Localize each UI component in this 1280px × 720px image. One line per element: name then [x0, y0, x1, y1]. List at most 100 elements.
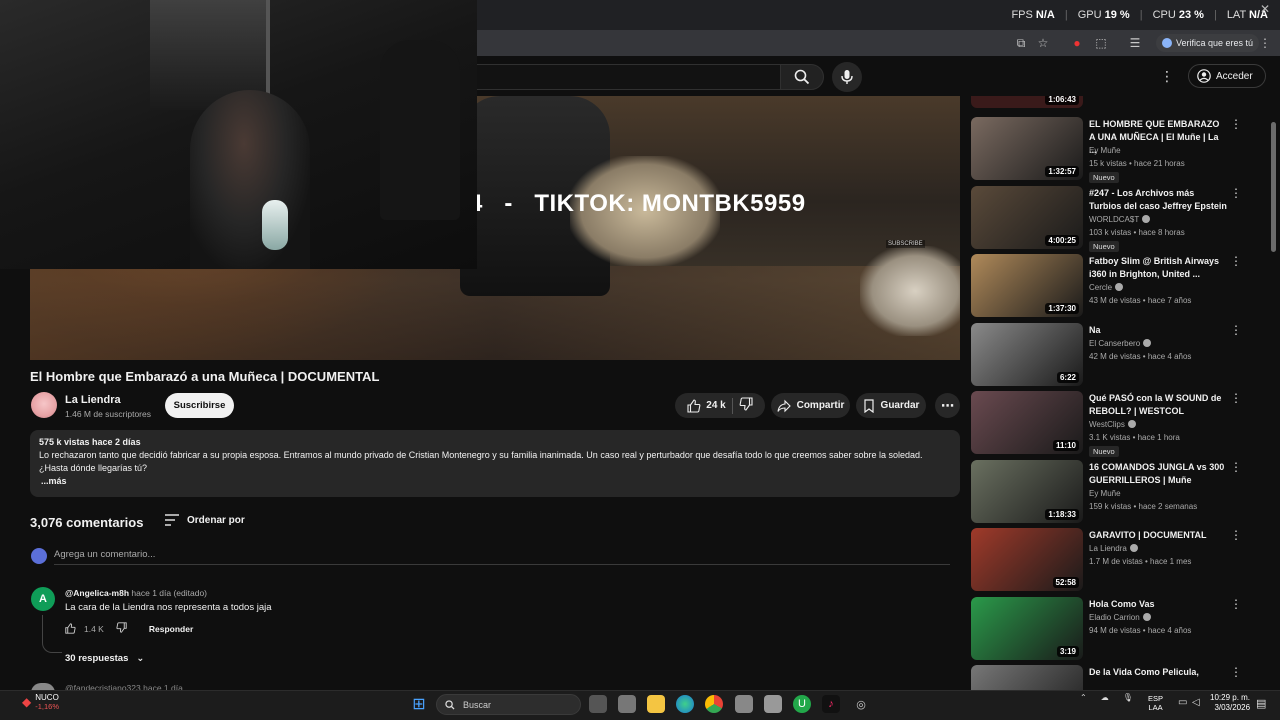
- view-replies-button[interactable]: 30 respuestas ⌄: [65, 653, 144, 664]
- commenter-handle[interactable]: @Angelica-m8h: [65, 588, 129, 598]
- recommendation-menu-icon[interactable]: ⋮: [1230, 117, 1242, 131]
- recommendation-title[interactable]: De la Vida Como Pelicula,: [1089, 666, 1227, 679]
- file-explorer-icon[interactable]: [647, 695, 665, 713]
- recommendation-item[interactable]: 4:00:25 #247 - Los Archivos más Turbios d…: [970, 185, 1270, 252]
- verified-icon: [1142, 612, 1151, 621]
- recommendation-item[interactable]: 6:22 Na El Canserbero 42 M de vistas • hace…: [970, 322, 1270, 389]
- recommendation-title[interactable]: Qué PASÓ con la W SOUND de REBOLL? | WES…: [1089, 392, 1227, 418]
- recommendation-menu-icon[interactable]: ⋮: [1230, 391, 1242, 405]
- recommendation-item[interactable]: De la Vida Como Pelicula, ⋮: [970, 665, 1270, 690]
- extension-red-icon[interactable]: ●: [1070, 36, 1084, 50]
- thumbs-up-icon: [687, 398, 701, 413]
- recommendation-channel[interactable]: La Liendra: [1089, 544, 1138, 553]
- comment-dislike-button[interactable]: [116, 622, 127, 635]
- verified-icon: [1142, 214, 1151, 223]
- show-more-link[interactable]: ...más: [41, 475, 951, 488]
- chevron-up-icon[interactable]: ⌃: [1080, 693, 1087, 702]
- dislike-button[interactable]: [739, 397, 753, 414]
- settings-kebab-icon[interactable]: ⋮: [1160, 68, 1174, 85]
- recommendation-channel[interactable]: Cercle: [1089, 283, 1124, 292]
- app-icon-gray[interactable]: [618, 695, 636, 713]
- description-box[interactable]: 575 k vistas hace 2 días Lo rechazaron t…: [30, 430, 960, 497]
- task-view-icon[interactable]: [589, 695, 607, 713]
- sign-in-button[interactable]: Acceder: [1188, 64, 1266, 88]
- recommendation-item[interactable]: 1:32:57 EL HOMBRE QUE EMBARAZO A UNA MUÑE…: [970, 117, 1270, 183]
- windows-start-icon[interactable]: ⊞: [410, 695, 428, 713]
- duration-badge: 1:37:30: [1045, 303, 1079, 314]
- speaker-icon[interactable]: ◁: [1192, 697, 1200, 708]
- profile-verify-button[interactable]: Verifica que eres tú: [1156, 34, 1260, 52]
- recommendation-top-partial[interactable]: 1:06:43: [970, 96, 1270, 108]
- browser-menu-icon[interactable]: ⋮: [1258, 36, 1272, 50]
- search-input[interactable]: [470, 64, 780, 90]
- app-icon-store[interactable]: [735, 695, 753, 713]
- notifications-icon[interactable]: ▤: [1256, 697, 1266, 710]
- taskbar-search[interactable]: Buscar: [436, 694, 581, 715]
- network-icon[interactable]: ▭: [1178, 697, 1187, 708]
- chrome-icon[interactable]: [705, 695, 723, 713]
- add-comment-input[interactable]: Agrega un comentario...: [54, 549, 155, 560]
- recommendation-title[interactable]: #247 - Los Archivos más Turbios del caso…: [1089, 187, 1227, 213]
- clock[interactable]: 10:29 p. m. 3/03/2026: [1210, 693, 1250, 713]
- reading-list-icon[interactable]: ☰: [1128, 36, 1142, 50]
- like-count: 24 k: [706, 400, 726, 411]
- more-actions-button[interactable]: ⋯: [935, 393, 960, 418]
- recommendation-channel[interactable]: El Canserbero: [1089, 338, 1152, 348]
- recommendation-title[interactable]: Hola Como Vas: [1089, 598, 1227, 611]
- save-button[interactable]: Guardar: [856, 393, 926, 418]
- subscribe-button[interactable]: Suscribirse: [165, 393, 234, 418]
- comment-like-button[interactable]: 1.4 K: [65, 623, 104, 634]
- share-button[interactable]: Compartir: [771, 393, 850, 418]
- recommendation-channel[interactable]: WestClips: [1089, 420, 1136, 429]
- voice-search-button[interactable]: [832, 62, 862, 92]
- commenter-avatar[interactable]: A: [31, 587, 55, 611]
- perf-label: CPU: [1152, 9, 1176, 21]
- channel-avatar[interactable]: [31, 392, 57, 418]
- recommendation-title[interactable]: Fatboy Slim @ British Airways i360 in Br…: [1089, 255, 1227, 281]
- recommendation-item[interactable]: 1:37:30 Fatboy Slim @ British Airways i36…: [970, 254, 1270, 320]
- recommendation-menu-icon[interactable]: ⋮: [1230, 323, 1242, 337]
- like-divider: [731, 397, 733, 414]
- recommendation-menu-icon[interactable]: ⋮: [1230, 597, 1242, 611]
- recommendation-menu-icon[interactable]: ⋮: [1230, 186, 1242, 200]
- recommendation-item[interactable]: 1:18:33 16 COMANDOS JUNGLA vs 300 GUERRIL…: [970, 459, 1270, 526]
- extensions-puzzle-icon[interactable]: ⬚: [1094, 36, 1108, 50]
- recommendation-title[interactable]: 16 COMANDOS JUNGLA vs 300 GUERRILLEROS |…: [1089, 461, 1227, 487]
- like-button[interactable]: 24 k: [687, 398, 726, 413]
- recommendation-menu-icon[interactable]: ⋮: [1230, 254, 1242, 268]
- perf-separator: |: [1064, 9, 1068, 21]
- recommendation-item[interactable]: 3:19 Hola Como Vas Eladio Carrion 94 M de v…: [970, 596, 1270, 663]
- recommendation-title[interactable]: Na: [1089, 324, 1227, 337]
- app-icon-green[interactable]: U: [793, 695, 811, 713]
- app-icon-obs[interactable]: ◎: [852, 695, 870, 713]
- reply-button[interactable]: Responder: [149, 624, 193, 634]
- recommendation-menu-icon[interactable]: ⋮: [1230, 460, 1242, 474]
- recommendation-item[interactable]: 11:10 Qué PASÓ con la W SOUND de REBOLL? …: [970, 391, 1270, 457]
- system-tray[interactable]: ⌃ ☁ 🎙: [1080, 693, 1133, 702]
- search-button[interactable]: [780, 64, 824, 90]
- channel-name[interactable]: La Liendra: [65, 394, 121, 406]
- recommendation-channel[interactable]: WORLDCA$T: [1089, 214, 1151, 224]
- recommendation-channel[interactable]: Ey Muñe: [1089, 146, 1121, 155]
- recommendation-channel[interactable]: Ey Muñe: [1089, 489, 1121, 498]
- recommendation-item[interactable]: 52:58 GARAVITO | DOCUMENTAL La Liendra 1.7 …: [970, 528, 1270, 594]
- edge-icon[interactable]: [676, 695, 694, 713]
- channel-name: Cercle: [1089, 283, 1113, 292]
- recommendation-title[interactable]: GARAVITO | DOCUMENTAL: [1089, 529, 1227, 542]
- sort-comments-button[interactable]: Ordenar por: [165, 514, 245, 526]
- stock-widget[interactable]: ◆ NUCO -1,16%: [22, 693, 59, 711]
- chevron-down-icon: ⌄: [136, 653, 145, 664]
- recommendation-channel[interactable]: Eladio Carrion: [1089, 612, 1151, 622]
- recommendation-menu-icon[interactable]: ⋮: [1230, 528, 1242, 542]
- close-window-icon[interactable]: ✕: [1260, 2, 1270, 16]
- language-indicator[interactable]: ESP LAA: [1148, 694, 1163, 712]
- bookmark-star-icon[interactable]: ☆: [1036, 36, 1050, 50]
- duration-badge: 1:32:57: [1045, 166, 1079, 177]
- install-app-icon[interactable]: ⧉: [1014, 36, 1028, 50]
- view-count-date: 575 k vistas hace 2 días: [39, 437, 141, 447]
- perf-value: 19 %: [1104, 9, 1130, 21]
- recommendation-menu-icon[interactable]: ⋮: [1230, 665, 1242, 679]
- tiktok-icon[interactable]: ♪: [822, 695, 840, 713]
- page-scrollbar[interactable]: [1271, 122, 1276, 252]
- app-icon-generic[interactable]: [764, 695, 782, 713]
